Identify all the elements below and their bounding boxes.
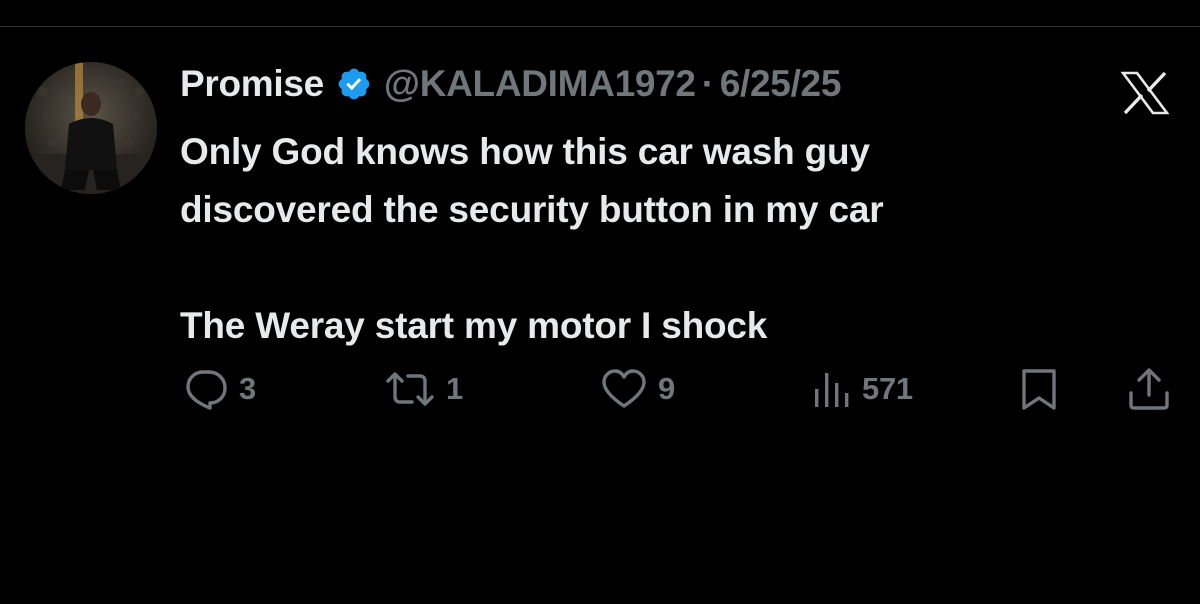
tweet-header: Promise @KALADIMA1972 · 6/25/25: [180, 61, 841, 107]
bookmark-icon: [1018, 367, 1060, 411]
bookmark-button[interactable]: [1018, 367, 1060, 411]
repost-icon: [384, 367, 436, 411]
tweet-text-line: discovered the security button in my car: [180, 189, 884, 230]
views-icon: [812, 367, 852, 411]
tweet: Promise @KALADIMA1972 · 6/25/25 Only God…: [0, 27, 1200, 604]
repost-button[interactable]: 1: [384, 367, 463, 411]
like-button[interactable]: 9: [600, 367, 675, 411]
tweet-text: Only God knows how this car wash guy dis…: [180, 123, 1140, 355]
like-count: 9: [658, 371, 675, 406]
reply-button[interactable]: 3: [183, 367, 256, 411]
display-name[interactable]: Promise: [180, 63, 324, 105]
reply-count: 3: [239, 371, 256, 406]
verified-badge-icon: [336, 66, 372, 102]
reply-icon: [183, 367, 229, 411]
avatar[interactable]: [25, 62, 157, 194]
tweet-text-line: The Weray start my motor I shock: [180, 305, 768, 346]
x-logo-icon[interactable]: [1120, 71, 1170, 115]
heart-icon: [600, 367, 648, 411]
views-button[interactable]: 571: [812, 367, 913, 411]
tweet-text-line: Only God knows how this car wash guy: [180, 131, 870, 172]
share-button[interactable]: [1125, 367, 1173, 411]
post-date[interactable]: 6/25/25: [720, 63, 842, 105]
repost-count: 1: [446, 371, 463, 406]
user-handle[interactable]: @KALADIMA1972: [384, 63, 696, 105]
views-count: 571: [862, 371, 913, 406]
share-icon: [1125, 367, 1173, 411]
tweet-text-line: [180, 239, 1140, 297]
separator-dot: ·: [701, 63, 714, 104]
avatar-photo: [25, 62, 157, 194]
